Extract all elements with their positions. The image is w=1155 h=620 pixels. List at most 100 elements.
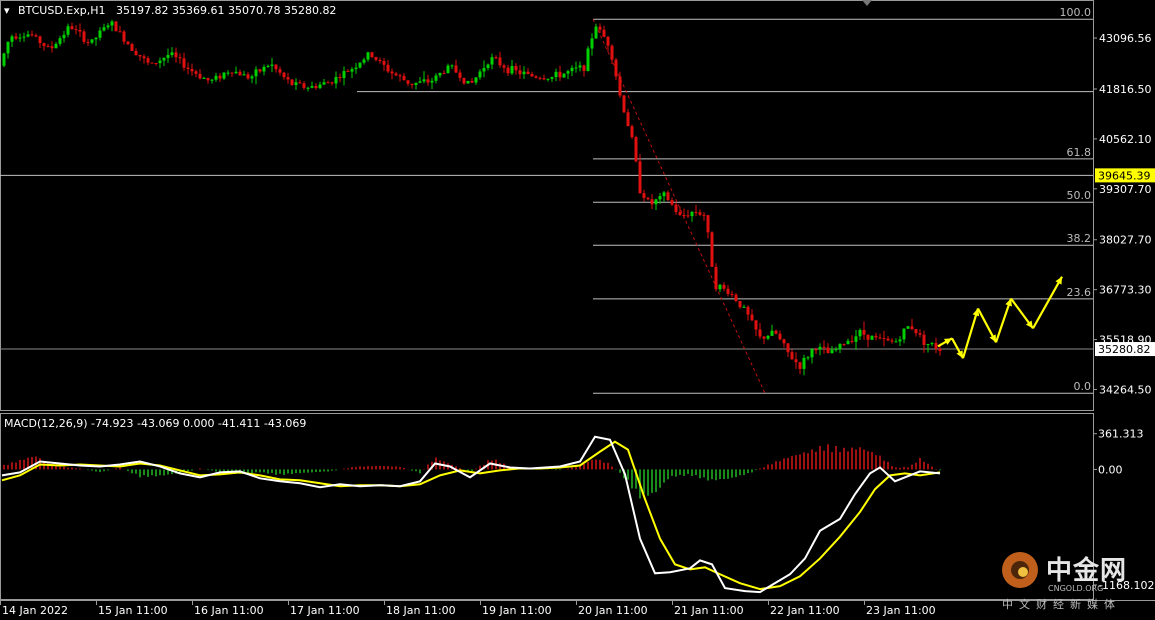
candle-body xyxy=(66,26,70,35)
candle-body xyxy=(206,77,210,81)
candle-body xyxy=(758,329,762,337)
candle-body xyxy=(590,38,594,49)
forecast-arrow-segment xyxy=(961,308,980,359)
candle-body xyxy=(742,306,746,308)
time-axis-label: 15 Jan 11:00 xyxy=(98,604,168,617)
candle-body xyxy=(698,212,702,215)
candle-body xyxy=(154,63,158,65)
ohlc-readout: 35197.82 35369.61 35070.78 35280.82 xyxy=(116,4,337,17)
candle-body xyxy=(394,73,398,76)
candle-body xyxy=(914,329,918,334)
candle-body xyxy=(858,329,862,337)
candle-body xyxy=(402,76,406,81)
candle-body xyxy=(34,35,38,37)
candle-body xyxy=(130,44,134,51)
candle-body xyxy=(438,72,442,76)
candle-body xyxy=(522,71,526,75)
candle-body xyxy=(666,192,670,201)
candle-body xyxy=(678,212,682,215)
candle-body xyxy=(22,36,26,38)
candle-body xyxy=(750,314,754,321)
candle-body xyxy=(330,82,334,84)
candle-body xyxy=(90,39,94,43)
candle-body xyxy=(662,192,666,197)
candle-body xyxy=(274,64,278,70)
candle-body xyxy=(774,330,778,334)
candle-body xyxy=(370,52,374,58)
candle-body xyxy=(786,343,790,353)
candle-body xyxy=(442,72,446,74)
candle-body xyxy=(2,53,6,66)
candle-body xyxy=(766,335,770,339)
candle-body xyxy=(78,29,82,32)
candle-body xyxy=(310,86,314,88)
candle-body xyxy=(806,357,810,359)
candle-body xyxy=(290,79,294,85)
candle-body xyxy=(406,80,410,84)
candle-body xyxy=(574,67,578,69)
macd-axis-tick-label: 0.00 xyxy=(1098,463,1123,476)
candle-body xyxy=(170,52,174,56)
highlight-level-tag: 39645.39 xyxy=(1098,169,1151,182)
candle-body xyxy=(114,21,118,32)
collapse-triangle-icon[interactable]: ▾ xyxy=(4,4,10,17)
price-axis-tick-label: 36773.30 xyxy=(1099,284,1152,297)
candle-body xyxy=(366,52,370,60)
candle-body xyxy=(854,336,858,342)
candle-body xyxy=(242,74,246,76)
candle-body xyxy=(610,45,614,60)
candle-body xyxy=(82,31,86,42)
candle-body xyxy=(518,70,522,75)
candle-body xyxy=(694,211,698,213)
candle-body xyxy=(142,56,146,59)
time-axis-label: 16 Jan 11:00 xyxy=(194,604,264,617)
candle-body xyxy=(634,137,638,162)
candle-body xyxy=(674,204,678,213)
candle-body xyxy=(530,73,534,77)
candle-body xyxy=(218,75,222,79)
candle-body xyxy=(898,339,902,342)
symbol-label: BTCUSD.Exp,H1 xyxy=(18,4,106,17)
candle-body xyxy=(118,31,122,33)
time-axis-label: 22 Jan 11:00 xyxy=(770,604,840,617)
candle-body xyxy=(502,65,506,68)
macd-panel-frame xyxy=(0,413,1094,600)
candle-body xyxy=(314,86,318,89)
chart-canvas: 100.0 61.8 50.0 38.2 23.6 0.0 43096.56 41816.50… xyxy=(0,0,1155,617)
candle-body xyxy=(458,72,462,78)
candle-body xyxy=(46,45,50,47)
candle-body xyxy=(62,34,66,39)
candle-body xyxy=(434,75,438,81)
candle-body xyxy=(714,266,718,290)
candle-body xyxy=(74,29,78,31)
candle-body xyxy=(534,76,538,78)
candle-body xyxy=(298,82,302,84)
cngold-logo-icon xyxy=(1002,552,1038,588)
candle-body xyxy=(266,65,270,67)
candle-body xyxy=(194,71,198,74)
candle-body xyxy=(686,215,690,217)
candle-body xyxy=(466,80,470,84)
candle-body xyxy=(926,344,930,346)
candle-body xyxy=(410,83,414,85)
candle-body xyxy=(334,77,338,84)
candle-body xyxy=(214,75,218,80)
candle-body xyxy=(730,293,734,295)
candle-body xyxy=(826,347,830,354)
candle-body xyxy=(250,76,254,79)
candle-body xyxy=(110,21,114,26)
candle-body xyxy=(362,59,366,63)
candle-body xyxy=(902,328,906,340)
fib-diagonal-line xyxy=(592,18,766,394)
candle-body xyxy=(254,69,258,77)
candle-body xyxy=(850,340,854,342)
candle-body xyxy=(670,200,674,205)
candle-body xyxy=(70,26,74,30)
candle-body xyxy=(690,211,694,217)
candle-body xyxy=(210,79,214,81)
candle-body xyxy=(470,80,474,83)
candle-body xyxy=(622,95,626,113)
candle-body xyxy=(890,340,894,342)
candle-body xyxy=(506,67,510,74)
candle-body xyxy=(866,334,870,340)
